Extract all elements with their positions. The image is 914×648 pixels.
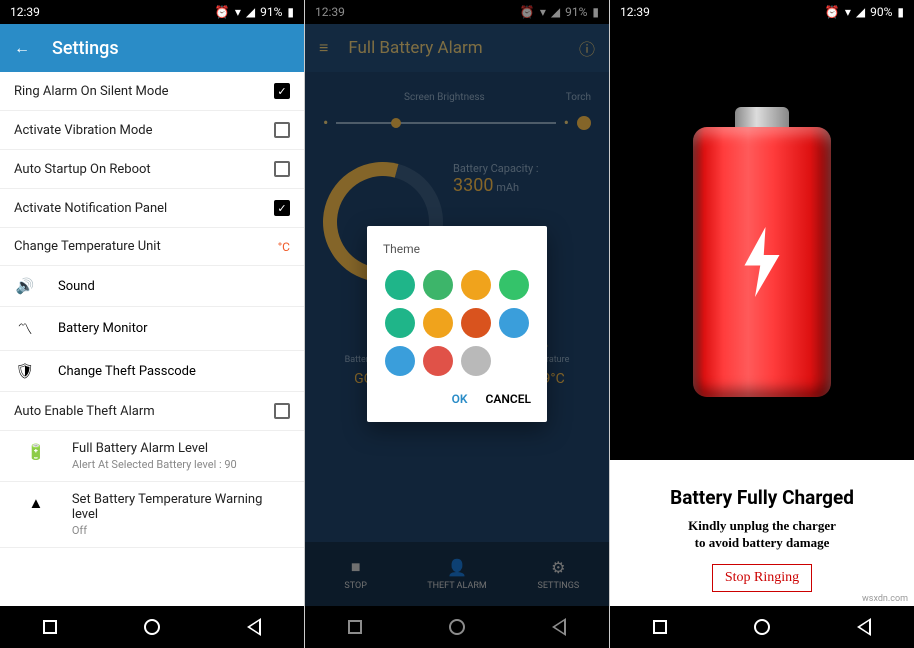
checkbox-icon[interactable] [274,403,290,419]
alarm-icon: ⏰ [215,5,230,19]
alert-heading: Battery Fully Charged [628,486,896,509]
warning-icon: ▲ [26,494,46,512]
wifi-icon: ▾ [845,5,851,19]
alarm-icon: ⏰ [825,5,840,19]
settings-list: Ring Alarm On Silent Mode✓ Activate Vibr… [0,72,304,606]
shield-icon: 🛡 [14,362,36,380]
battery-icon: ▮ [897,5,904,19]
row-battery-monitor[interactable]: 〽Battery Monitor [0,307,304,351]
alert-line2: to avoid battery damage [628,534,896,552]
back-button[interactable] [857,618,871,636]
recents-button[interactable] [43,620,57,634]
battery-pct: 91% [260,5,282,19]
cancel-button[interactable]: CANCEL [486,392,531,406]
back-button[interactable] [247,618,261,636]
row-full-battery-level[interactable]: 🔋 Full Battery Alarm LevelAlert At Selec… [0,431,304,482]
swatch-grid [383,270,531,376]
color-swatch[interactable] [461,308,491,338]
status-icons: ⏰ ▾ ◢ 91% ▮ [215,5,294,19]
row-sound[interactable]: 🔊Sound [0,266,304,307]
row-notification-panel[interactable]: Activate Notification Panel✓ [0,189,304,228]
row-temp-warning[interactable]: ▲ Set Battery Temperature Warning levelO… [0,482,304,548]
color-swatch[interactable] [461,270,491,300]
dialog-overlay[interactable]: Theme OK CANCEL [305,0,609,648]
color-swatch[interactable] [385,270,415,300]
theme-dialog: Theme OK CANCEL [367,226,547,422]
color-swatch[interactable] [385,346,415,376]
wifi-icon: ▾ [235,5,241,19]
color-swatch[interactable] [499,270,529,300]
alert-line1: Kindly unplug the charger [628,517,896,535]
recents-button[interactable] [653,620,667,634]
battery-pct: 90% [870,5,892,19]
volume-icon: 🔊 [14,277,36,295]
battery-cap-icon [735,107,789,127]
back-icon[interactable]: ← [14,38,30,58]
ok-button[interactable]: OK [452,392,468,406]
status-time: 12:39 [620,5,650,19]
battery-graphic [610,24,914,460]
main-screen: 12:39 ⏰ ▾ ◢ 91% ▮ ≡ Full Battery Alarm ⓘ… [305,0,609,648]
page-title: Settings [52,38,119,59]
checkbox-icon[interactable] [274,122,290,138]
temp-unit-value: °C [278,240,290,254]
signal-icon: ◢ [856,5,865,19]
row-auto-theft-alarm[interactable]: Auto Enable Theft Alarm [0,392,304,431]
battery-icon: ▮ [287,5,294,19]
dialog-title: Theme [383,242,531,256]
nav-bar [0,606,304,648]
color-swatch[interactable] [461,346,491,376]
watermark: wsxdn.com [862,594,908,604]
color-swatch[interactable] [423,308,453,338]
status-bar: 12:39 ⏰ ▾ ◢ 90% ▮ [610,0,914,24]
home-button[interactable] [144,619,160,635]
nav-bar [610,606,914,648]
row-vibration-mode[interactable]: Activate Vibration Mode [0,111,304,150]
row-ring-alarm-silent[interactable]: Ring Alarm On Silent Mode✓ [0,72,304,111]
checkbox-checked-icon[interactable]: ✓ [274,83,290,99]
color-swatch[interactable] [499,308,529,338]
alert-panel: Battery Fully Charged Kindly unplug the … [610,460,914,606]
status-bar: 12:39 ⏰ ▾ ◢ 91% ▮ [0,0,304,24]
color-swatch[interactable] [423,270,453,300]
color-swatch[interactable] [385,308,415,338]
home-button[interactable] [754,619,770,635]
signal-icon: ◢ [246,5,255,19]
settings-screen: 12:39 ⏰ ▾ ◢ 91% ▮ ← Settings Ring Alarm … [0,0,304,648]
row-temp-unit[interactable]: Change Temperature Unit°C [0,228,304,266]
color-swatch[interactable] [423,346,453,376]
stop-ringing-button[interactable]: Stop Ringing [712,564,812,592]
status-time: 12:39 [10,5,40,19]
alert-screen: 12:39 ⏰ ▾ ◢ 90% ▮ Battery Fully Charged … [610,0,914,648]
battery-icon: 🔋 [26,443,46,461]
battery-body-icon [693,127,831,397]
lightning-bolt-icon [739,227,785,297]
checkbox-icon[interactable] [274,161,290,177]
chart-line-icon: 〽 [14,318,36,339]
app-bar: ← Settings [0,24,304,72]
checkbox-checked-icon[interactable]: ✓ [274,200,290,216]
row-auto-startup[interactable]: Auto Startup On Reboot [0,150,304,189]
row-theft-passcode[interactable]: 🛡Change Theft Passcode [0,351,304,392]
